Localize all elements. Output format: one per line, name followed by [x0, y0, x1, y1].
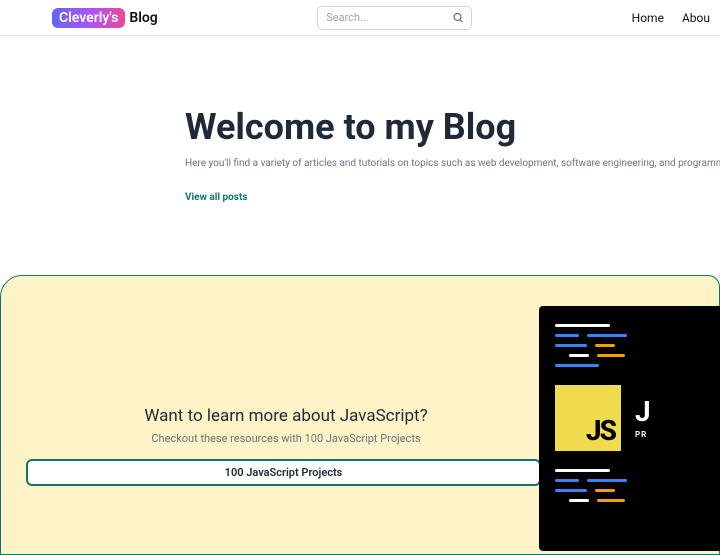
js-card: JS J PR [539, 306, 720, 551]
promo-title: Want to learn more about JavaScript? [21, 406, 551, 426]
search-input[interactable] [317, 6, 472, 30]
logo[interactable]: Cleverly's Blog [10, 8, 158, 28]
header: Cleverly's Blog Home Abou [0, 0, 720, 36]
logo-badge: Cleverly's [52, 8, 125, 28]
promo-section: Want to learn more about JavaScript? Che… [0, 275, 720, 555]
nav-about[interactable]: Abou [682, 11, 710, 25]
js-side-text: J PR [635, 398, 651, 439]
js-logo-row: JS J PR [555, 385, 720, 451]
search-icon[interactable] [452, 8, 464, 27]
promo-content: Want to learn more about JavaScript? Che… [21, 306, 551, 486]
js-logo-text: JS [586, 414, 615, 447]
code-lines-icon [555, 324, 720, 367]
hero-subtitle: Here you'll find a variety of articles a… [185, 158, 720, 169]
promo-panel: Want to learn more about JavaScript? Che… [0, 275, 720, 555]
search [317, 6, 472, 30]
view-all-posts-link[interactable]: View all posts [185, 192, 247, 203]
logo-text: Blog [129, 10, 157, 26]
promo-button[interactable]: 100 JavaScript Projects [26, 459, 541, 486]
code-lines-icon [555, 469, 720, 502]
nav: Home Abou [632, 11, 710, 25]
hero-title: Welcome to my Blog [185, 106, 720, 148]
js-logo-icon: JS [555, 385, 621, 451]
nav-home[interactable]: Home [632, 11, 664, 25]
hero-section: Welcome to my Blog Here you'll find a va… [0, 36, 720, 204]
promo-subtitle: Checkout these resources with 100 JavaSc… [21, 432, 551, 445]
